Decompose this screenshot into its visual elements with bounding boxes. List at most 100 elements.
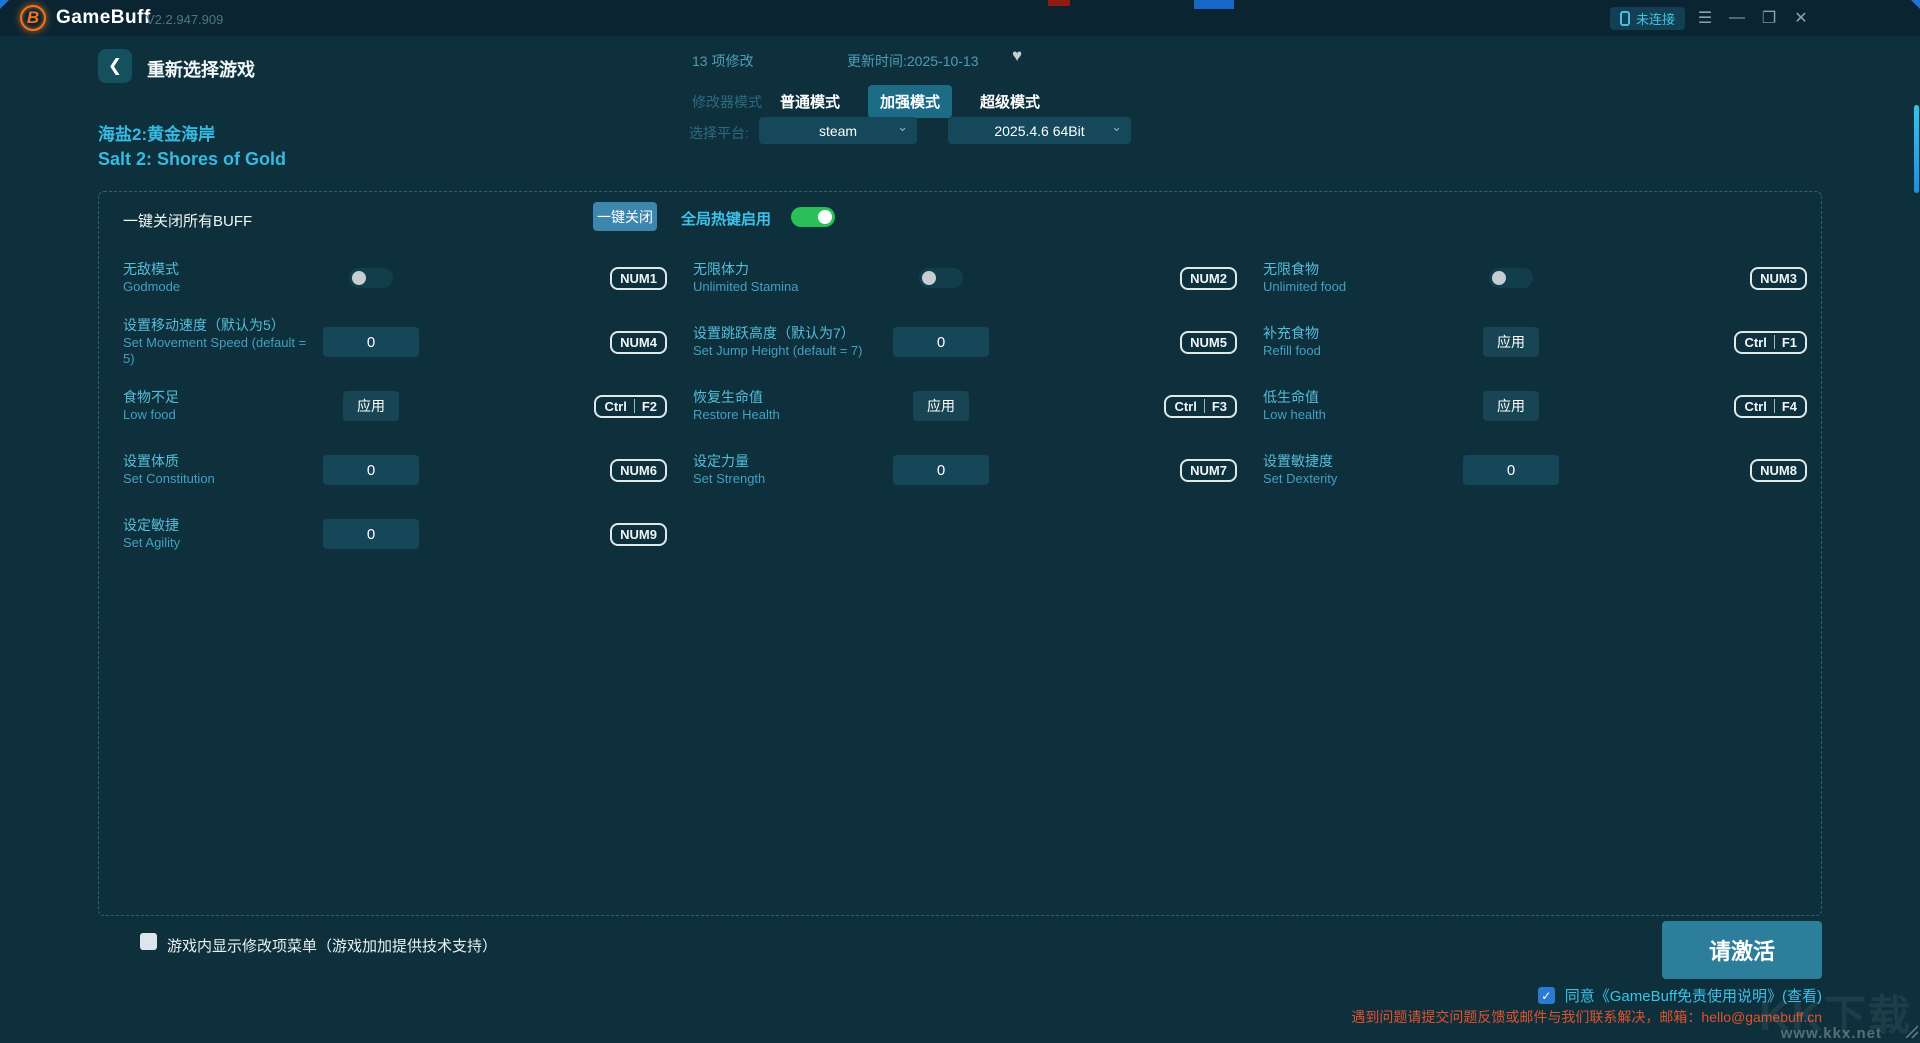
apply-button[interactable]: 应用 — [1483, 391, 1539, 421]
tab-super-mode[interactable]: 超级模式 — [968, 85, 1052, 118]
hotkey-badge: Ctrl F4 — [1734, 394, 1807, 418]
cheat-item: 恢复生命值 Restore Health 应用 Ctrl F3 — [693, 378, 1237, 434]
cheat-labels: 设置敏捷度 Set Dexterity — [1263, 453, 1455, 487]
hotkey-key: Ctrl — [1174, 398, 1197, 414]
platform-value: steam — [818, 122, 858, 139]
hotkey-key: Ctrl — [1744, 398, 1767, 414]
toggle-knob — [922, 271, 936, 285]
favorite-heart-icon[interactable]: ♥ — [1012, 46, 1022, 66]
phone-connect-button[interactable]: 未连接 — [1610, 7, 1686, 30]
cheat-labels: 设定力量 Set Strength — [693, 453, 885, 487]
hotkey-badge: NUM3 — [1750, 266, 1807, 290]
game-title-zh: 海盐2:黄金海岸 — [98, 125, 216, 144]
cheat-label-zh: 恢复生命值 — [693, 389, 763, 406]
apply-button[interactable]: 应用 — [343, 391, 399, 421]
close-icon[interactable]: ✕ — [1788, 6, 1814, 30]
cheat-control-slot — [315, 268, 427, 288]
scrollbar-thumb[interactable] — [1914, 105, 1919, 193]
app-name: GameBuff — [56, 7, 151, 28]
hotkey-badge: NUM7 — [1180, 458, 1237, 482]
ingame-menu-label: 游戏内显示修改项菜单（游戏加加提供技术支持） — [167, 938, 498, 955]
back-button[interactable]: ❮ — [98, 49, 132, 83]
toggle-knob — [818, 210, 832, 224]
cheat-label-zh: 设定敏捷 — [123, 517, 179, 534]
minimize-icon[interactable]: — — [1724, 6, 1750, 30]
cheat-toggle[interactable] — [1489, 268, 1533, 288]
mods-count: 13 项修改 — [692, 53, 754, 69]
page-title: 重新选择游戏 — [147, 60, 255, 80]
top-red-strip — [1048, 0, 1070, 6]
global-hotkey-toggle[interactable] — [791, 207, 835, 227]
cheat-label-en: Set Agility — [123, 534, 181, 550]
cheat-labels: 设置跳跃高度（默认为7） Set Jump Height (default = 7… — [693, 325, 885, 359]
cheat-control-slot — [885, 327, 997, 357]
maximize-icon[interactable]: ❐ — [1756, 6, 1782, 30]
hotkey-key: Ctrl — [604, 398, 627, 414]
hotkey-key: F3 — [1211, 398, 1227, 414]
hotkey-badge: NUM6 — [610, 458, 667, 482]
cheat-item: 设定力量Set Strength NUM7 — [693, 442, 1237, 498]
cheat-item: 设置移动速度（默认为5） Set Movement Speed (default … — [123, 314, 667, 370]
cheat-value-input[interactable] — [323, 519, 419, 549]
cheat-control-slot — [1455, 455, 1567, 485]
cheat-item: 食物不足 Low food 应用 Ctrl F2 — [123, 378, 667, 434]
cheat-item: 无敌模式 Godmode NUM1 — [123, 250, 667, 306]
cheat-label-en: Set Jump Height (default = 7) — [693, 342, 863, 358]
hotkey-badge: NUM2 — [1180, 266, 1237, 290]
hotkey-key: NUM3 — [1760, 270, 1797, 286]
ingame-menu-checkbox[interactable] — [140, 933, 157, 950]
hotkey-badge: NUM4 — [610, 330, 667, 354]
back-chevron-icon: ❮ — [107, 56, 123, 75]
cheat-control-slot — [315, 327, 427, 357]
cheat-item: 低生命值 Low health 应用 Ctrl F4 — [1263, 378, 1807, 434]
cheat-value-input[interactable] — [323, 327, 419, 357]
hotkey-key: NUM8 — [1760, 462, 1797, 478]
cheat-label-en: Godmode — [123, 278, 181, 294]
cheat-grid: 无敌模式 Godmode NUM1 无限体力 Unlimited Stamina NUM2… — [123, 250, 1807, 562]
platform-dropdown[interactable]: steam ⌄ — [759, 117, 917, 144]
hotkey-divider — [633, 399, 635, 413]
cheat-toggle[interactable] — [919, 268, 963, 288]
hotkey-key: F1 — [1781, 334, 1797, 350]
hotkey-key: NUM2 — [1190, 270, 1227, 286]
contact-text: 遇到问题请提交问题反馈或邮件与我们联系解决，邮箱：hello@gamebuff.… — [1351, 1009, 1822, 1025]
cheat-value-input[interactable] — [893, 455, 989, 485]
cheat-control-slot — [885, 455, 997, 485]
tab-normal-mode[interactable]: 普通模式 — [768, 85, 852, 118]
chevron-down-icon: ⌄ — [1111, 119, 1122, 134]
chevron-down-icon: ⌄ — [897, 119, 908, 134]
cheat-labels: 设定敏捷 Set Agility — [123, 517, 315, 551]
cheat-label-en: Low health — [1263, 406, 1326, 422]
toggle-knob — [1492, 271, 1506, 285]
tab-enhanced-mode[interactable]: 加强模式 — [868, 85, 953, 118]
hotkey-divider — [1773, 335, 1775, 349]
cheat-label-zh: 设定力量 — [693, 453, 749, 470]
agree-checkbox[interactable]: ✓ — [1537, 987, 1555, 1004]
cheat-value-input[interactable] — [1463, 455, 1559, 485]
cheat-item: 设置跳跃高度（默认为7） Set Jump Height (default = 7… — [693, 314, 1237, 370]
cheat-label-zh: 无敌模式 — [123, 261, 179, 278]
cheat-labels: 设置移动速度（默认为5） Set Movement Speed (default … — [123, 317, 315, 367]
hotkey-key: NUM5 — [1190, 334, 1227, 350]
cheat-labels: 无敌模式 Godmode — [123, 261, 315, 295]
disable-all-button[interactable]: 一键关闭 — [593, 202, 657, 231]
cheat-label-en: Unlimited Stamina — [693, 278, 799, 294]
cheat-labels: 恢复生命值 Restore Health — [693, 389, 885, 423]
apply-button[interactable]: 应用 — [913, 391, 969, 421]
game-version-dropdown[interactable]: 2025.4.6 64Bit ⌄ — [948, 117, 1131, 144]
activate-button[interactable]: 请激活 — [1662, 921, 1822, 979]
site-watermark: www.kkx.net — [1780, 1025, 1882, 1042]
menu-icon[interactable]: ☰ — [1692, 6, 1718, 30]
cheat-panel: 一键关闭所有BUFF 一键关闭 全局热键启用 无敌模式 Godmode NUM1 无限… — [98, 191, 1822, 916]
hotkey-key: F4 — [1781, 398, 1797, 414]
hotkey-key: NUM6 — [620, 462, 657, 478]
apply-button[interactable]: 应用 — [1483, 327, 1539, 357]
hotkey-badge: Ctrl F2 — [594, 394, 667, 418]
cheat-control-slot — [315, 519, 427, 549]
cheat-value-input[interactable] — [323, 455, 419, 485]
cheat-value-input[interactable] — [893, 327, 989, 357]
cheat-labels: 补充食物 Refill food — [1263, 325, 1455, 359]
resize-grip[interactable] — [1902, 1022, 1918, 1038]
update-time: 更新时间:2025-10-13 — [847, 53, 979, 69]
cheat-toggle[interactable] — [349, 268, 393, 288]
